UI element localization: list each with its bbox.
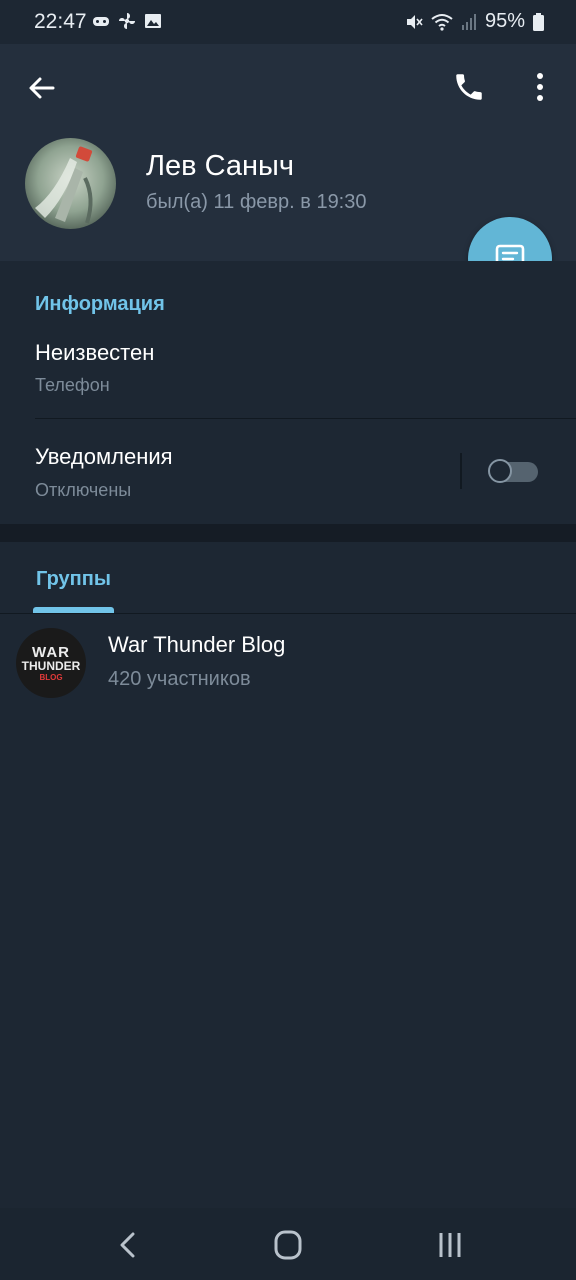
notifications-toggle[interactable]: [488, 459, 540, 483]
nav-home-icon[interactable]: [268, 1228, 308, 1262]
phone-call-icon[interactable]: [452, 70, 486, 104]
back-arrow-icon[interactable]: [26, 72, 58, 104]
row-divider: [35, 418, 576, 419]
status-bar: 22:47 95%: [0, 0, 576, 44]
phone-value[interactable]: Неизвестен: [35, 340, 154, 366]
section-gap: [0, 524, 576, 542]
image-icon: [145, 14, 161, 28]
group-avatar-logo-line2: THUNDER: [21, 658, 81, 673]
groups-section: Группы WAR THUNDER BLOG War Thunder Blog…: [0, 542, 576, 1208]
toggle-knob: [488, 459, 512, 483]
info-section-title: Информация: [35, 293, 165, 315]
more-options-icon[interactable]: [528, 70, 552, 104]
game-controller-icon: [93, 17, 109, 26]
group-avatar: WAR THUNDER BLOG: [16, 628, 86, 698]
tab-underline: [0, 613, 576, 614]
signal-icon: [461, 13, 476, 30]
contact-name: Лев Саныч: [146, 150, 294, 182]
fan-icon: [119, 13, 135, 29]
toggle-separator: [460, 453, 462, 489]
phone-label: Телефон: [35, 375, 110, 395]
list-item[interactable]: WAR THUNDER BLOG War Thunder Blog 420 уч…: [0, 622, 576, 706]
tab-groups[interactable]: Группы: [36, 568, 111, 591]
last-seen-status: был(а) 11 февр. в 19:30: [146, 191, 367, 213]
battery-percent: 95%: [484, 10, 525, 32]
wifi-icon: [431, 13, 453, 31]
status-time: 22:47: [34, 10, 87, 33]
nav-back-icon[interactable]: [108, 1228, 148, 1262]
system-nav-bar: [0, 1208, 576, 1280]
info-section: Информация Неизвестен Телефон Уведомлени…: [0, 261, 576, 524]
group-avatar-logo-line1: WAR: [32, 643, 70, 661]
group-name: War Thunder Blog: [108, 632, 286, 657]
notifications-status: Отключены: [35, 480, 132, 500]
group-members-count: 420 участников: [108, 668, 251, 690]
nav-recents-icon[interactable]: [430, 1228, 470, 1262]
mute-icon: [406, 14, 423, 29]
contact-avatar[interactable]: [25, 138, 116, 229]
notifications-title[interactable]: Уведомления: [35, 444, 173, 470]
group-avatar-logo-line3: BLOG: [39, 672, 63, 682]
battery-icon: [533, 12, 544, 31]
